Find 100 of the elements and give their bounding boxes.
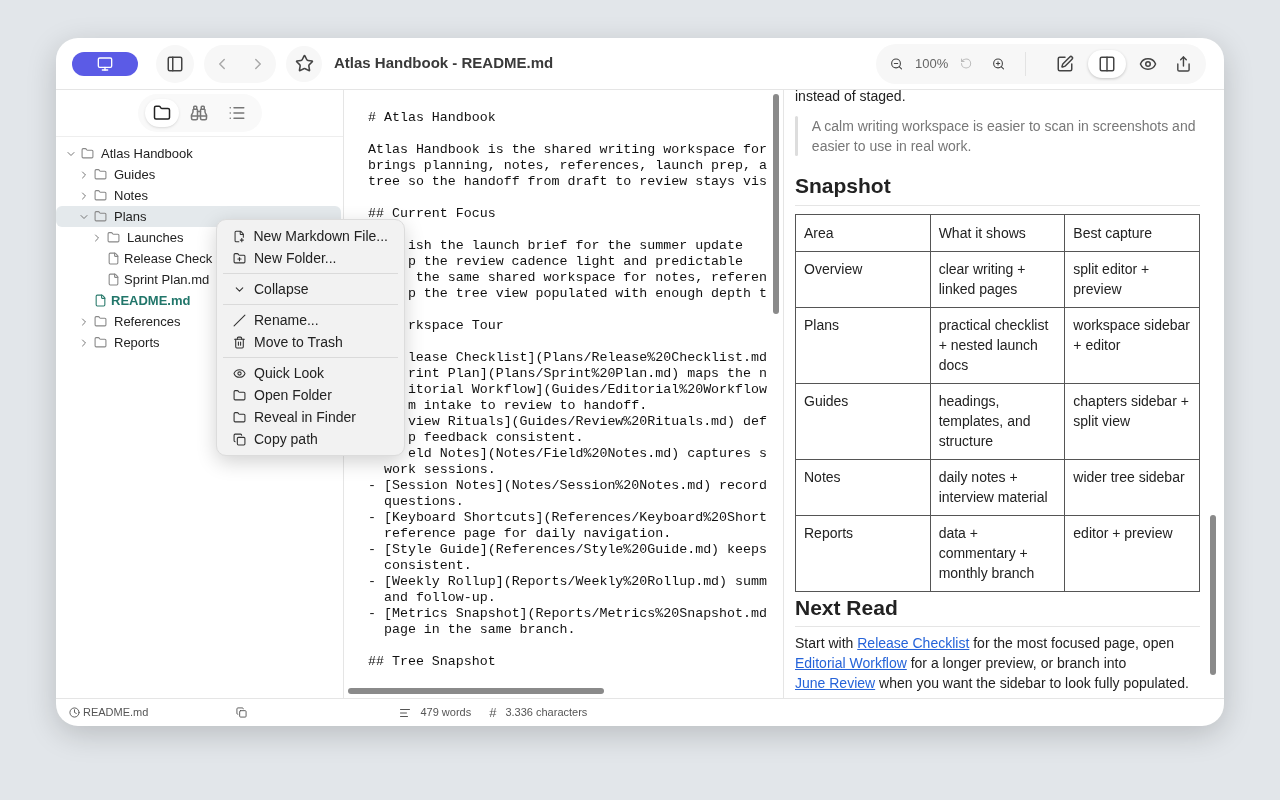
eye-icon (233, 366, 246, 380)
code-line: ## Tree Snapshot (368, 654, 496, 670)
folder-plus-icon (233, 251, 246, 265)
table-header: Area (795, 214, 931, 251)
link[interactable]: June Review (795, 675, 876, 691)
menu-item[interactable]: Collapse (223, 278, 398, 300)
sidebar-icon (166, 54, 184, 73)
code-line: ## Current Focus (368, 206, 496, 222)
code-line: rint Plan](Plans/Sprint%20Plan.md) maps the n (407, 366, 767, 382)
table-header: Best capture (1064, 214, 1200, 251)
code-line: p the tree view populated with enough depth t (407, 286, 767, 302)
zoom-in-icon[interactable] (992, 56, 1006, 71)
table-cell: Overview (795, 251, 931, 307)
table-cell: split editor + preview (1064, 251, 1200, 307)
menu-item[interactable]: Rename... (223, 309, 398, 331)
folder-icon (153, 104, 172, 122)
blockquote-text: A calm writing workspace is easier to scan in screenshots and easier to use in real work. (811, 117, 1197, 156)
share-icon[interactable] (1175, 54, 1192, 73)
folder-icon (94, 210, 107, 223)
code-line: questions. (382, 494, 464, 510)
code-line: eld Notes](Notes/Field%20Notes.md) captures s (407, 446, 767, 462)
menu-item[interactable]: New Markdown File... (223, 225, 398, 247)
code-line: consistent. (382, 558, 472, 574)
sidebar-toggle-button[interactable] (156, 44, 194, 83)
code-line: view Rituals](Guides/Review%20Rituals.md) def (407, 414, 767, 430)
star-icon (294, 54, 314, 73)
preview-heading: Next Read (795, 591, 1200, 627)
menu-item[interactable]: Open Folder (223, 384, 398, 406)
hash-glyph: # (489, 703, 497, 722)
character-count: 3.336 characters (505, 705, 588, 721)
code-line: ish the launch brief for the summer update (407, 238, 744, 254)
code-line: page in the same branch. (382, 622, 576, 638)
tree-item-label: Launches (127, 228, 184, 247)
tree-item-label: Atlas Handbook (101, 144, 193, 163)
folder-icon (94, 315, 107, 328)
tree-item-label: README.md (111, 291, 191, 310)
code-line: - [Weekly Rollup](Reports/Weekly%20Rollup.md) summ (368, 574, 767, 590)
table-cell: Plans (795, 307, 931, 383)
table-cell: chapters sidebar + split view (1064, 383, 1200, 459)
tree-item[interactable]: Atlas Handbook (56, 143, 341, 164)
tree-item-label: Notes (114, 186, 148, 205)
code-line: rkspace Tour (407, 318, 504, 334)
tree-item-label: Reports (114, 333, 160, 352)
code-line: Atlas Handbook is the shared writing workspace for (368, 142, 767, 158)
menu-item[interactable]: Reveal in Finder (223, 406, 398, 428)
code-line: m intake to review to handoff. (407, 398, 648, 414)
folder-icon (81, 147, 94, 160)
code-line: lease Checklist](Plans/Release%20Checklist.md (407, 350, 767, 366)
tree-item-label: References (114, 312, 181, 331)
link[interactable]: Release Checklist (857, 635, 970, 651)
code-line: p feedback consistent. (407, 430, 584, 446)
table-cell: headings, templates, and structure (930, 383, 1065, 459)
window-title: Atlas Handbook - README.md (334, 53, 554, 74)
folder-icon (233, 410, 246, 424)
table-cell: Notes (795, 459, 931, 515)
code-line: - [Style Guide](References/Style%20Guide.md) keeps (368, 542, 767, 558)
favorite-button[interactable] (286, 45, 322, 82)
table-cell: wider tree sidebar (1064, 459, 1200, 515)
folder-icon (94, 336, 107, 349)
vertical-scrollbar[interactable] (773, 94, 779, 314)
tree-item[interactable]: Guides (56, 164, 341, 185)
menu-item[interactable]: Quick Look (223, 362, 398, 384)
horizontal-scrollbar[interactable] (348, 688, 604, 694)
code-line: - [Keyboard Shortcuts](References/Keyboard%20Short (368, 510, 767, 526)
tree-item-label: Release Check (124, 249, 213, 268)
account-button[interactable] (72, 51, 138, 76)
menu-item[interactable]: Copy path (223, 428, 398, 450)
tree-item[interactable]: Notes (56, 185, 341, 206)
table-cell: data + commentary + monthly branch (930, 515, 1065, 591)
sidebar-tab[interactable] (145, 99, 180, 127)
view-mode-button[interactable] (1087, 49, 1126, 78)
file-icon (107, 252, 120, 265)
menu-item[interactable]: Move to Trash (223, 331, 398, 353)
folder-icon (233, 388, 246, 402)
table-cell: clear writing + linked pages (930, 251, 1065, 307)
file-plus-icon (233, 229, 246, 243)
tree-item-label: Guides (114, 165, 156, 184)
menu-item[interactable]: New Folder... (223, 247, 398, 269)
vertical-scrollbar[interactable] (1210, 515, 1216, 675)
split-view-icon (1097, 54, 1116, 73)
code-line: reference page for daily navigation. (382, 526, 672, 542)
code-line: brings planning, notes, references, launch prep, a (368, 158, 767, 174)
zoom-out-icon[interactable] (890, 56, 904, 71)
preview-heading: Snapshot (795, 170, 1200, 206)
preview-paragraph: instead of staged. (795, 90, 907, 106)
edit-icon (1056, 54, 1075, 73)
word-count: 479 words (420, 705, 472, 721)
link[interactable]: Editorial Workflow (795, 655, 907, 671)
zoom-level: 100% (913, 54, 950, 73)
binoculars-icon (190, 104, 209, 122)
table-cell: Guides (795, 383, 931, 459)
file-icon (94, 294, 107, 307)
table-cell: workspace sidebar + editor (1064, 307, 1200, 383)
file-icon (107, 273, 120, 286)
copy-icon[interactable] (236, 707, 248, 718)
list-icon (227, 104, 246, 122)
code-line: p the review cadence light and predictable (407, 254, 744, 270)
table-cell: daily notes + interview material (930, 459, 1065, 515)
reset-zoom-icon[interactable] (960, 57, 973, 70)
code-line: - [Metrics Snapshot](Reports/Metrics%20Snapshot.md (368, 606, 767, 622)
